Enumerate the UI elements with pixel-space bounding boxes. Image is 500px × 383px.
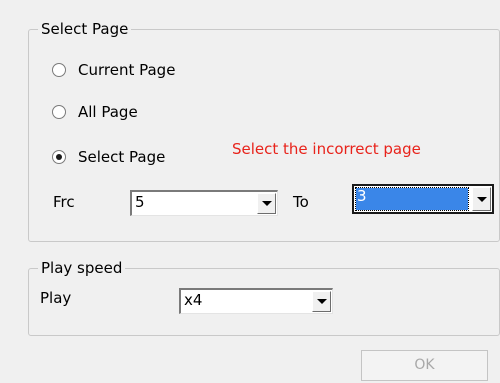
play-speed-select[interactable]: x4 xyxy=(179,288,333,314)
from-page-select[interactable]: 5 xyxy=(130,190,278,216)
chevron-down-icon xyxy=(476,196,487,202)
dialog: Select Page Current Page All Page Select… xyxy=(0,0,500,383)
radio-current-page[interactable]: Current Page xyxy=(52,60,175,80)
error-message: Select the incorrect page xyxy=(232,140,421,158)
to-page-value: 3 xyxy=(355,187,469,211)
to-label: To xyxy=(293,193,309,211)
radio-button-icon xyxy=(52,105,66,119)
radio-all-page-label: All Page xyxy=(78,103,138,121)
play-speed-value: x4 xyxy=(184,291,203,309)
radio-all-page[interactable]: All Page xyxy=(52,102,138,122)
select-page-group: Select Page Current Page All Page Select… xyxy=(28,20,500,242)
radio-current-page-label: Current Page xyxy=(78,61,176,79)
play-speed-group-title: Play speed xyxy=(38,259,126,277)
to-page-select[interactable]: 3 xyxy=(352,184,494,214)
radio-selected-dot xyxy=(56,154,62,160)
radio-select-page[interactable]: Select Page xyxy=(52,147,165,167)
from-label: Frc xyxy=(53,193,75,211)
play-speed-dropdown-button[interactable] xyxy=(312,291,331,312)
ok-button[interactable]: OK xyxy=(361,350,488,381)
radio-button-icon xyxy=(52,63,66,77)
radio-button-icon xyxy=(52,150,66,164)
chevron-down-icon xyxy=(261,201,272,206)
from-page-dropdown-button[interactable] xyxy=(257,193,276,214)
chevron-down-icon xyxy=(316,299,327,304)
to-page-dropdown-button[interactable] xyxy=(472,187,491,211)
play-label: Play xyxy=(40,289,72,307)
radio-select-page-label: Select Page xyxy=(78,148,166,166)
select-page-group-title: Select Page xyxy=(38,20,132,38)
from-page-value: 5 xyxy=(135,193,145,211)
play-speed-group: Play speed Play x4 xyxy=(28,259,500,336)
